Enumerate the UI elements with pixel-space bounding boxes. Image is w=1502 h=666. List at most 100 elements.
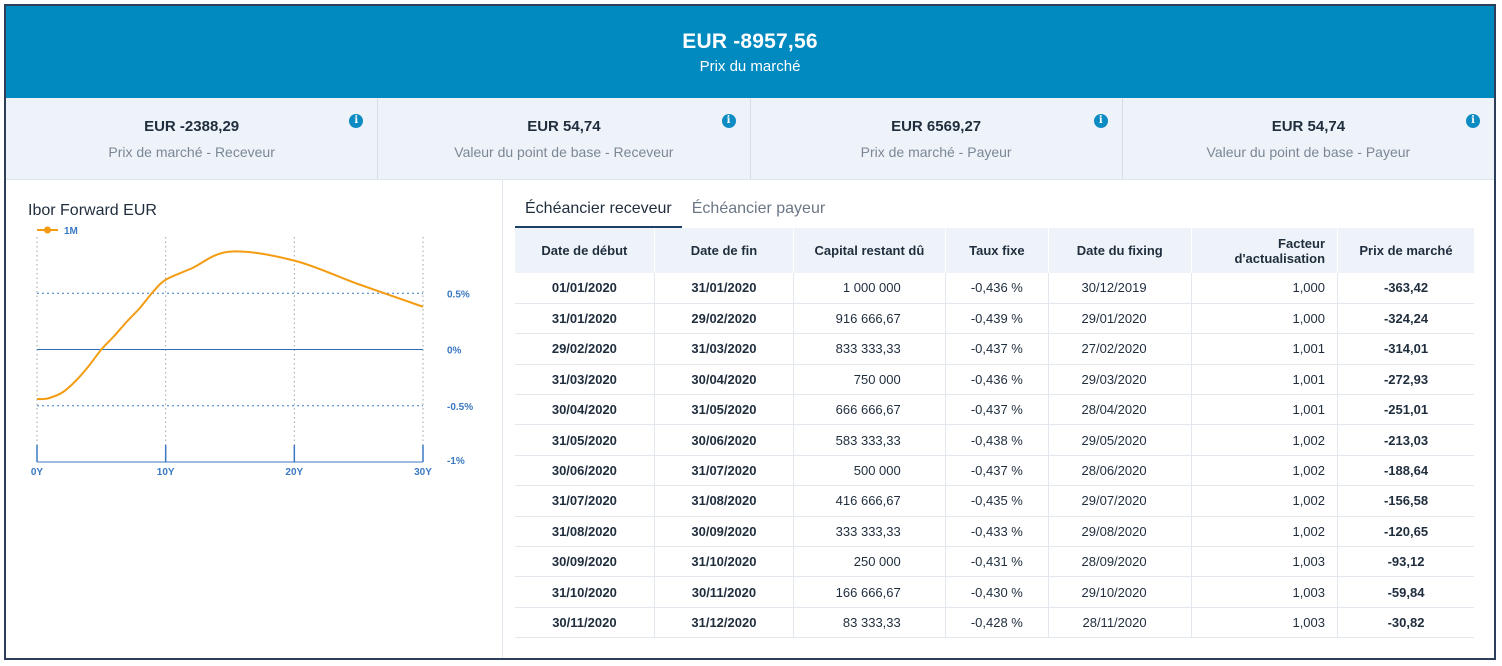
table-cell: 1,003 [1191,576,1339,608]
chart-title: Ibor Forward EUR [28,202,157,219]
table-row[interactable]: 30/06/2020 31/07/2020 500 000 -0,437 % 28/06… [515,455,1474,487]
tab-receiver-schedule[interactable]: Échéancier receveur [515,198,682,229]
legend-marker-1m [44,226,51,234]
table-cell: 1,000 [1191,303,1339,335]
table-cell: 29/02/2020 [654,303,795,335]
x-tick-label: 30Y [414,467,432,478]
table-cell: -324,24 [1337,303,1474,335]
table-cell: -0,435 % [945,485,1049,517]
table-cell: -156,58 [1337,485,1474,517]
table-cell: 30/04/2020 [515,394,655,426]
table-cell: 31/10/2020 [654,546,795,578]
table-cell: 29/07/2020 [1048,485,1192,517]
table-cell: 28/09/2020 [1048,546,1192,578]
table-cell: 28/06/2020 [1048,455,1192,487]
table-cell: 30/06/2020 [654,424,795,456]
table-cell: 83 333,33 [793,607,946,639]
table-cell: 1 000 000 [793,273,946,304]
table-cell: -0,437 % [945,333,1049,365]
column-header[interactable]: Date du fixing [1048,228,1192,273]
legend-label-1m: 1M [64,226,78,237]
y-tick-label: -1% [447,456,465,467]
table-cell: 1,003 [1191,607,1339,639]
table-cell: 500 000 [793,455,946,487]
table-cell: 916 666,67 [793,303,946,335]
table-cell: 666 666,67 [793,394,946,426]
table-row[interactable]: 31/05/2020 30/06/2020 583 333,33 -0,438 % 29… [515,424,1474,456]
table-cell: 30/11/2020 [654,576,795,608]
series-line-1m [36,250,424,401]
table-row[interactable]: 31/03/2020 30/04/2020 750 000 -0,436 % 29/03… [515,364,1474,396]
table-cell: 1,002 [1191,485,1339,517]
table-cell: -93,12 [1337,546,1474,578]
kpi-value: EUR 54,74 [527,117,601,135]
table-cell: 1,002 [1191,516,1339,548]
table-cell: 29/05/2020 [1048,424,1192,456]
table-row[interactable]: 31/01/2020 29/02/2020 916 666,67 -0,439 % 29… [515,303,1474,335]
table-cell: 31/01/2020 [515,303,655,335]
table-cell: -0,436 % [945,273,1049,304]
kpi-card-receiver-bpv: i EUR 54,74 Valeur du point de base - Re… [378,98,751,179]
info-icon[interactable]: i [1466,114,1480,128]
table-row[interactable]: 30/11/2020 31/12/2020 83 333,33 -0,428 % 28/… [515,607,1474,639]
table-cell: -0,428 % [945,607,1049,639]
table-cell: -30,82 [1337,607,1474,639]
info-icon[interactable]: i [721,114,736,128]
table-cell: -314,01 [1337,333,1474,365]
table-cell: 333 333,33 [793,516,946,548]
table-row[interactable]: 30/04/2020 31/05/2020 666 666,67 -0,437 % 28… [515,394,1474,426]
table-cell: -213,03 [1337,424,1474,456]
table-cell: -363,42 [1337,273,1474,304]
table-cell: 1,002 [1191,424,1339,456]
table-cell: -0,438 % [945,424,1049,456]
table-cell: 29/01/2020 [1048,303,1192,335]
column-header[interactable]: Capital restant dû [793,228,946,273]
info-icon[interactable]: i [1093,114,1108,128]
table-cell: 583 333,33 [793,424,946,456]
table-cell: 30/12/2019 [1048,273,1192,304]
table-row[interactable]: 31/07/2020 31/08/2020 416 666,67 -0,435 % 29… [515,485,1474,517]
column-header[interactable]: Date de fin [654,228,795,273]
table-cell: 31/03/2020 [654,333,795,365]
kpi-label: Valeur du point de base - Payeur [1206,143,1411,160]
column-header[interactable]: Date de début [515,228,655,273]
table-cell: -0,437 % [945,455,1049,487]
column-header[interactable]: Facteur d'actualisation [1191,228,1339,273]
table-cell: 31/10/2020 [515,576,655,608]
table-row[interactable]: 30/09/2020 31/10/2020 250 000 -0,431 % 28/09… [515,546,1474,578]
x-tick-label: 10Y [157,467,175,478]
kpi-value: EUR -2388,29 [144,117,240,135]
table-cell: 30/11/2020 [515,607,655,639]
table-cell: -120,65 [1337,516,1474,548]
table-cell: -188,64 [1337,455,1474,487]
table-cell: 1,003 [1191,546,1339,578]
table-cell: 29/10/2020 [1048,576,1192,608]
table-cell: 28/11/2020 [1048,607,1192,639]
table-row[interactable]: 31/08/2020 30/09/2020 333 333,33 -0,433 % 29… [515,516,1474,548]
column-header[interactable]: Prix de marché [1337,228,1474,273]
tab-payer-schedule[interactable]: Échéancier payeur [682,198,835,229]
table-cell: 29/02/2020 [515,333,655,365]
table-cell: 31/03/2020 [515,364,655,396]
table-cell: 01/01/2020 [515,273,655,304]
y-tick-label: -0.5% [447,402,473,413]
kpi-strip: i EUR -2388,29 Prix de marché - Receveur… [6,98,1494,180]
table-cell: 30/09/2020 [515,546,655,578]
table-row[interactable]: 29/02/2020 31/03/2020 833 333,33 -0,437 % 27… [515,333,1474,365]
column-header[interactable]: Taux fixe [945,228,1049,273]
x-tick-label: 20Y [285,467,303,478]
table-cell: 29/08/2020 [1048,516,1192,548]
table-cell: 833 333,33 [793,333,946,365]
market-price-label: Prix du marché [699,57,801,75]
kpi-card-payer-price: i EUR 6569,27 Prix de marché - Payeur [751,98,1123,179]
table-cell: 29/03/2020 [1048,364,1192,396]
info-icon[interactable]: i [349,114,364,128]
table-row[interactable]: 31/10/2020 30/11/2020 166 666,67 -0,430 % 29… [515,576,1474,608]
table-cell: 1,002 [1191,455,1339,487]
table-row[interactable]: 01/01/2020 31/01/2020 1 000 000 -0,436 % 30/… [515,273,1474,304]
forward-curve-panel: Ibor Forward EUR 0Y 10Y 20Y 30Y 0.5% 0% -0.5% -… [6,180,503,658]
kpi-label: Valeur du point de base - Receveur [454,143,674,160]
table-cell: -59,84 [1337,576,1474,608]
x-tick-label: 0Y [31,467,44,478]
schedule-tabs: Échéancier receveur Échéancier payeur [515,198,835,229]
